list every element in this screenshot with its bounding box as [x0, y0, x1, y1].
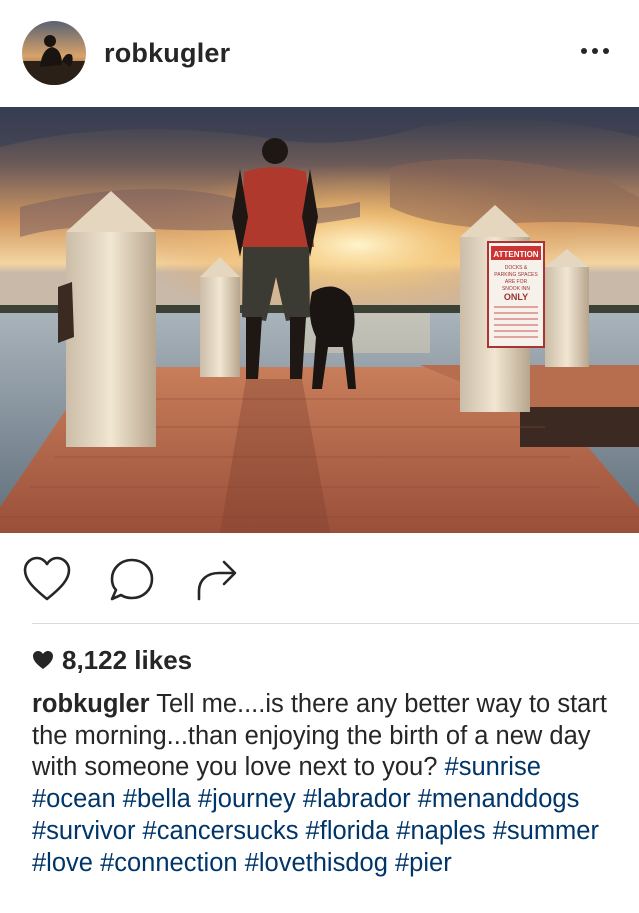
comment-bubble-icon[interactable]: [108, 555, 158, 605]
heart-outline-icon[interactable]: [22, 555, 72, 605]
avatar[interactable]: [22, 21, 86, 85]
caption: robkugler Tell me....is there any better…: [32, 689, 622, 879]
sign-line: PARKING SPACES: [494, 272, 538, 278]
post-photo[interactable]: ATTENTION DOCKS & PARKING SPACES ARE FOR…: [0, 107, 639, 533]
divider: [32, 623, 639, 624]
hashtag[interactable]: #connection: [100, 849, 238, 877]
hashtag[interactable]: #florida: [306, 817, 390, 845]
hashtag[interactable]: #menanddogs: [418, 785, 580, 813]
hashtag[interactable]: #journey: [198, 785, 296, 813]
hashtag[interactable]: #labrador: [303, 785, 411, 813]
hashtag[interactable]: #love: [32, 849, 93, 877]
sign-title: ATTENTION: [493, 250, 538, 259]
avatar-image: [22, 21, 86, 85]
hashtag[interactable]: #naples: [396, 817, 485, 845]
sign-line: DOCKS &: [505, 265, 528, 271]
likes-count: 8,122 likes: [62, 644, 193, 675]
hashtag[interactable]: #lovethisdog: [245, 849, 388, 877]
caption-username[interactable]: robkugler: [32, 690, 150, 718]
sign-line: ARE FOR: [505, 279, 528, 285]
sign-line: ONLY: [504, 292, 528, 302]
action-bar: [0, 533, 639, 623]
heart-filled-icon: [33, 651, 53, 669]
hashtag[interactable]: #sunrise: [445, 753, 541, 781]
hashtag[interactable]: #cancersucks: [143, 817, 299, 845]
post-username[interactable]: robkugler: [104, 38, 230, 69]
hashtag[interactable]: #survivor: [32, 817, 135, 845]
hashtag[interactable]: #bella: [123, 785, 191, 813]
hashtag[interactable]: #pier: [395, 849, 452, 877]
hashtag[interactable]: #summer: [493, 817, 599, 845]
hashtag[interactable]: #ocean: [32, 785, 116, 813]
share-arrow-icon[interactable]: [192, 555, 242, 605]
post-header: robkugler: [0, 0, 639, 107]
likes-row[interactable]: 8,122 likes: [32, 644, 192, 676]
more-options-icon[interactable]: [580, 44, 610, 58]
